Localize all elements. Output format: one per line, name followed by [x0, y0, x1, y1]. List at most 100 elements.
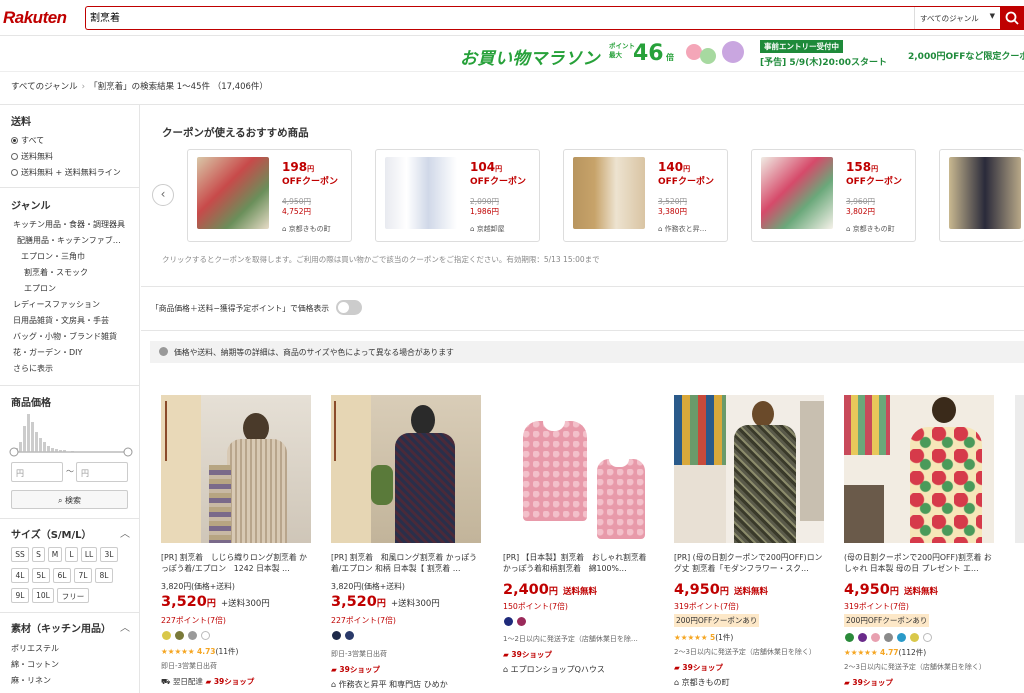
truck-icon: ⛟ [161, 677, 173, 686]
material-link[interactable]: ポリエステル [11, 643, 59, 654]
divider [0, 518, 139, 519]
search-input[interactable] [90, 11, 890, 22]
size-chip[interactable]: S [32, 547, 45, 562]
product-card[interactable] [1015, 395, 1024, 693]
material-link[interactable]: 麻・リネン [11, 675, 51, 686]
shipping-option-free[interactable]: 送料無料 [11, 151, 53, 162]
product-image[interactable] [331, 395, 481, 543]
product-title[interactable]: [PR] 割烹着 しじら織りロング割烹着 かっぽう着/エプロン 1242 日本製… [161, 552, 313, 574]
size-filter-title: サイズ（S/M/L） [11, 530, 92, 541]
product-image[interactable] [503, 395, 653, 543]
size-chip[interactable]: 4L [11, 568, 29, 583]
product-price: 2,400円 送料無料 [503, 582, 597, 598]
genre-link[interactable]: 日用品雑貨・文房具・手芸 [13, 315, 109, 326]
color-swatch[interactable] [201, 631, 210, 640]
product-card[interactable]: [PR] 割烹着 しじら織りロング割烹着 かっぽう着/エプロン 1242 日本製… [161, 395, 321, 693]
product-list-price: 3,820円(価格+送料) [331, 582, 405, 591]
divider [141, 330, 1024, 331]
genre-show-more-link[interactable]: さらに表示 [13, 363, 53, 374]
coupon-badge[interactable]: 200円OFFクーポンあり [674, 614, 760, 627]
product-rating: ★★★★★ 4.73(11件) [161, 647, 239, 656]
product-image[interactable] [1015, 395, 1024, 543]
product-title[interactable]: [PR] 【日本製】割烹着 おしゃれ割烹着 かっぽう着和柄割烹着 綿100%… [503, 552, 655, 574]
product-title[interactable]: [PR] 割烹着 和風ロング割烹着 かっぽう着/エプロン 和柄 日本製【 割烹着… [331, 552, 483, 574]
price-min-input[interactable]: 円 [11, 462, 63, 482]
product-card[interactable]: [PR] 割烹着 和風ロング割烹着 かっぽう着/エプロン 和柄 日本製【 割烹着… [331, 395, 491, 693]
genre-link[interactable]: レディースファッション [13, 299, 100, 310]
genre-link[interactable]: 配膳用品・キッチンファブ… [17, 235, 121, 246]
shop-badge-icon: ▰ [205, 677, 214, 686]
size-chip[interactable]: 9L [11, 588, 29, 603]
color-swatch[interactable] [188, 631, 197, 640]
color-swatch[interactable] [504, 617, 513, 626]
color-swatch[interactable] [175, 631, 184, 640]
color-swatch[interactable] [923, 633, 932, 642]
size-chip[interactable]: 7L [74, 568, 92, 583]
price-range-slider[interactable] [0, 447, 140, 457]
search-box[interactable]: すべてのジャンル ▼ [85, 6, 1000, 30]
size-chip[interactable]: 6L [53, 568, 71, 583]
size-chip[interactable]: LL [81, 547, 97, 562]
coupon-card[interactable]: 198円 OFFクーポン 4,950円 4,752円 ⌂ 京都きもの町 [187, 149, 352, 242]
genre-link[interactable]: エプロン [24, 283, 56, 294]
size-chip[interactable]: M [48, 547, 62, 562]
material-link[interactable]: 綿・コットン [11, 659, 59, 670]
color-swatch[interactable] [332, 631, 341, 640]
product-card[interactable]: (母の日割クーポンで200円OFF)割烹着 おしゃれ 日本製 母の日 プレゼント… [844, 395, 1004, 693]
marathon-banner[interactable]: お買い物マラソン ポイント 最大 46 倍 事前エントリー受付中 [予告] 5/9… [0, 36, 1024, 72]
genre-link[interactable]: 割烹着・スモック [24, 267, 88, 278]
size-chip[interactable]: フリー [57, 588, 89, 603]
price-max-input[interactable]: 円 [76, 462, 128, 482]
genre-link[interactable]: キッチン用品・食器・調理器具 [13, 219, 125, 230]
search-button[interactable] [1000, 6, 1024, 30]
coupon-badge[interactable]: 200円OFFクーポンあり [844, 614, 930, 627]
genre-select-label: すべてのジャンル [920, 14, 979, 23]
slider-handle-max[interactable] [123, 447, 133, 457]
shipping-option-free-line[interactable]: 送料無料 + 送料無料ライン [11, 167, 121, 178]
carousel-prev-button[interactable]: ‹ [152, 184, 174, 206]
rakuten-logo[interactable]: Rakuten [3, 8, 67, 28]
coupon-card[interactable]: 104円 OFFクーポン 2,090円 1,986円 ⌂ 京越卸屋 [375, 149, 540, 242]
size-chip[interactable]: 5L [32, 568, 50, 583]
coupon-card[interactable]: 140円 OFFクーポン 3,520円 3,380円 ⌂ 作務衣と昇… [563, 149, 728, 242]
genre-select[interactable]: すべてのジャンル ▼ [914, 7, 1000, 29]
product-title[interactable]: (母の日割クーポンで200円OFF)割烹着 おしゃれ 日本製 母の日 プレゼント… [844, 552, 996, 574]
color-swatch[interactable] [871, 633, 880, 642]
genre-link[interactable]: バッグ・小物・ブランド雑貨 [13, 331, 117, 342]
product-image[interactable] [674, 395, 824, 543]
coupon-card[interactable] [939, 149, 1024, 242]
coupon-section-title: クーポンが使えるおすすめ商品 [162, 127, 309, 139]
color-swatch[interactable] [884, 633, 893, 642]
product-title[interactable]: [PR] (母の日割クーポンで200円OFF)ロング丈 割烹着「モダンフラワー・… [674, 552, 826, 574]
product-shop: ⌂ エプロンショップQハウス [503, 665, 605, 674]
color-swatch[interactable] [845, 633, 854, 642]
genre-link[interactable]: エプロン・三角巾 [21, 251, 85, 262]
coupon-card[interactable]: 158円 OFFクーポン 3,960円 3,802円 ⌂ 京都きもの町 [751, 149, 916, 242]
size-chip[interactable]: L [65, 547, 78, 562]
product-shop-badge: ▰ 39ショップ [844, 678, 893, 687]
color-swatch[interactable] [858, 633, 867, 642]
color-swatch[interactable] [897, 633, 906, 642]
product-card[interactable]: [PR] 【日本製】割烹着 おしゃれ割烹着 かっぽう着和柄割烹着 綿100%… … [503, 395, 663, 693]
color-swatch[interactable] [910, 633, 919, 642]
size-chip[interactable]: 3L [100, 547, 118, 562]
product-points: 150ポイント(7倍) [503, 602, 568, 611]
shipping-option-all[interactable]: すべて [11, 135, 44, 146]
breadcrumb-root[interactable]: すべてのジャンル [11, 82, 78, 92]
product-card[interactable]: [PR] (母の日割クーポンで200円OFF)ロング丈 割烹着「モダンフラワー・… [674, 395, 834, 693]
banner-off-text: 2,000円OFFなど限定クーポ [908, 52, 1024, 62]
color-swatch[interactable] [162, 631, 171, 640]
size-chip[interactable]: 10L [32, 588, 54, 603]
coupon-off-label: OFFクーポン [846, 177, 902, 187]
slider-handle-min[interactable] [9, 447, 19, 457]
genre-link[interactable]: 花・ガーデン・DIY [13, 347, 82, 358]
coupon-new-price: 4,752円 [282, 207, 311, 216]
color-swatch[interactable] [517, 617, 526, 626]
price-display-toggle[interactable] [336, 300, 362, 315]
color-swatch[interactable] [345, 631, 354, 640]
size-chip[interactable]: SS [11, 547, 29, 562]
product-image[interactable] [844, 395, 994, 543]
product-image[interactable] [161, 395, 311, 543]
price-search-button[interactable]: ⌕ 検索 [11, 490, 128, 509]
size-chip[interactable]: 8L [95, 568, 113, 583]
